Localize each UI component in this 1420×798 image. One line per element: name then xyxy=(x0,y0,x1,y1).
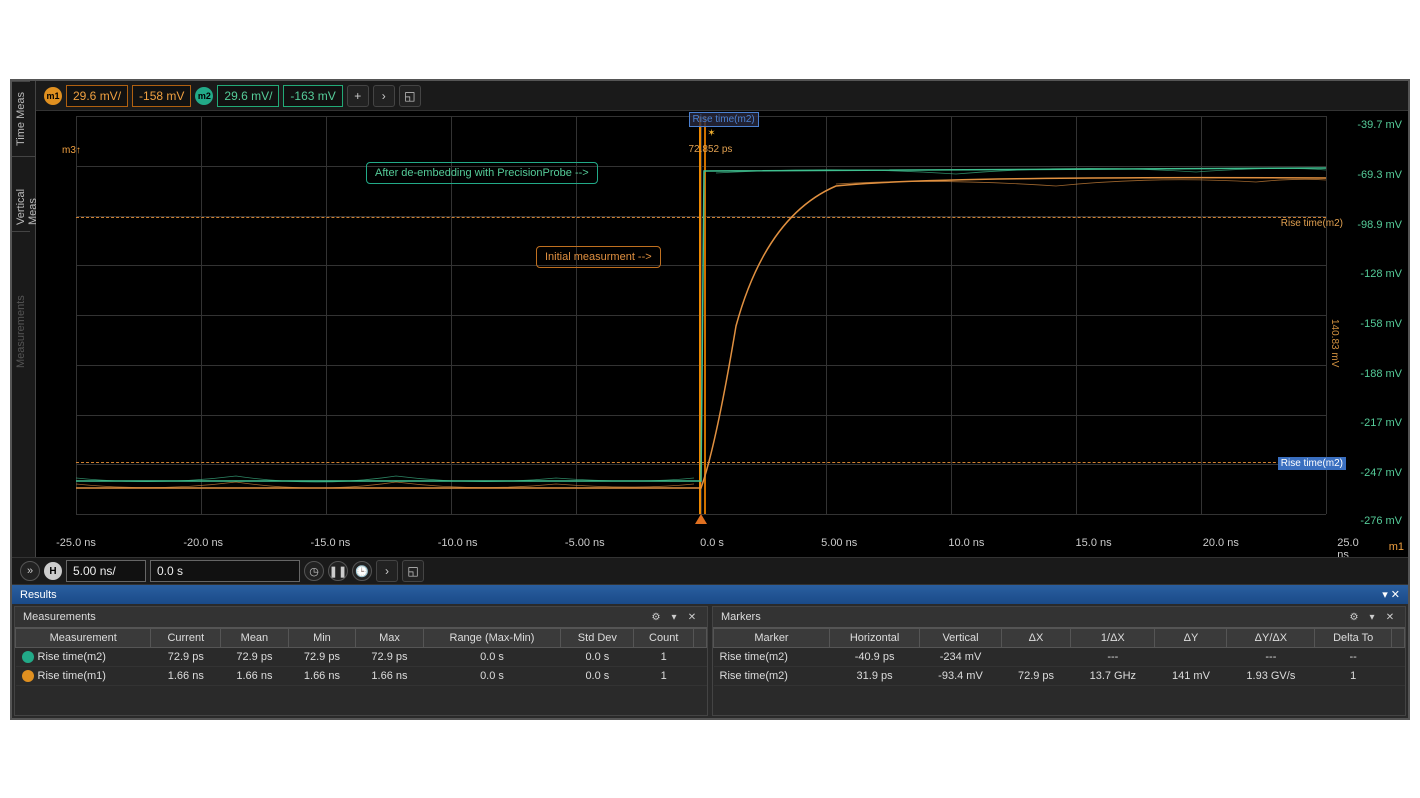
channel-toolbar: m1 29.6 mV/ -158 mV m2 29.6 mV/ -163 mV … xyxy=(36,81,1408,111)
left-sidebar: Time Meas Vertical Meas Measurements xyxy=(12,81,36,557)
oscilloscope-app: Time Meas Vertical Meas Measurements m1 … xyxy=(10,79,1410,720)
markers-table: Marker Horizontal Vertical ΔX 1/ΔX ΔY ΔY… xyxy=(713,628,1405,686)
annotation-initial-measurement: Initial measurment --> xyxy=(536,246,661,268)
x-axis: -25.0 ns -20.0 ns -15.0 ns -10.0 ns -5.0… xyxy=(76,537,1348,553)
results-label: Results xyxy=(20,589,57,601)
trigger-marker-icon xyxy=(695,514,707,524)
mode-icon-1[interactable]: ◷ xyxy=(304,561,324,581)
add-channel-button[interactable]: + xyxy=(347,85,369,107)
table-row[interactable]: Rise time(m2) -40.9 ps -234 mV --- --- -… xyxy=(714,648,1405,667)
timebase-scale[interactable]: 5.00 ns/ xyxy=(66,560,146,582)
collapse-icon[interactable]: ▾ xyxy=(667,610,681,624)
close-icon[interactable]: ✕ xyxy=(1383,610,1397,624)
waveform-display[interactable]: m3↑ xyxy=(36,111,1408,557)
collapse-icon[interactable]: ▾ xyxy=(1365,610,1379,624)
expand-left-icon[interactable]: » xyxy=(20,561,40,581)
markers-panel: Markers ⚙ ▾ ✕ Marker Horizontal Vertical… xyxy=(712,606,1406,716)
m1-axis-label: m1 xyxy=(1389,541,1404,553)
channel-m1-badge[interactable]: m1 xyxy=(44,87,62,105)
bottom-panels: Measurements ⚙ ▾ ✕ Measurement Current M… xyxy=(12,604,1408,718)
vertical-scale-readout: 140.83 mV xyxy=(1329,319,1340,367)
channel-m2-offset[interactable]: -163 mV xyxy=(283,85,342,107)
gear-icon[interactable]: ⚙ xyxy=(649,610,663,624)
meas-badge-orange-icon xyxy=(22,670,34,682)
gear-icon[interactable]: ⚙ xyxy=(1347,610,1361,624)
timebase-toolbar: » H 5.00 ns/ 0.0 s ◷ ❚❚ 🕒 › ◱ xyxy=(12,557,1408,585)
markers-panel-title: Markers xyxy=(721,611,761,623)
channel-m2-scale[interactable]: 29.6 mV/ xyxy=(217,85,279,107)
measurements-table: Measurement Current Mean Min Max Range (… xyxy=(15,628,707,686)
table-row[interactable]: Rise time(m2) 72.9 ps 72.9 ps 72.9 ps 72… xyxy=(16,648,707,667)
table-row[interactable]: Rise time(m1) 1.66 ns 1.66 ns 1.66 ns 1.… xyxy=(16,667,707,686)
popout-icon[interactable]: ◱ xyxy=(399,85,421,107)
waveform-traces xyxy=(76,116,1326,514)
tab-time-meas[interactable]: Time Meas xyxy=(12,81,30,156)
mode-icon-2[interactable]: ❚❚ xyxy=(328,561,348,581)
timebase-h-badge[interactable]: H xyxy=(44,562,62,580)
close-icon[interactable]: ✕ xyxy=(685,610,699,624)
channel-m2-badge[interactable]: m2 xyxy=(195,87,213,105)
measurements-panel-title: Measurements xyxy=(23,611,96,623)
chevron-right-icon[interactable]: › xyxy=(373,85,395,107)
annotation-after-deembedding: After de-embedding with PrecisionProbe -… xyxy=(366,162,598,184)
cursor-star-icon: ✶ xyxy=(707,128,715,139)
chevron-right-icon-2[interactable]: › xyxy=(376,560,398,582)
table-row[interactable]: Rise time(m2) 31.9 ps -93.4 mV 72.9 ps 1… xyxy=(714,667,1405,686)
cursor-tag-upper: Rise time(m2) xyxy=(1278,217,1346,230)
plot-grid: After de-embedding with PrecisionProbe -… xyxy=(76,116,1326,514)
timebase-delay[interactable]: 0.0 s xyxy=(150,560,300,582)
channel-m1-offset[interactable]: -158 mV xyxy=(132,85,191,107)
popout-icon-2[interactable]: ◱ xyxy=(402,560,424,582)
measurements-panel: Measurements ⚙ ▾ ✕ Measurement Current M… xyxy=(14,606,708,716)
results-bar[interactable]: Results ▾ ✕ xyxy=(12,585,1408,604)
meas-badge-green-icon xyxy=(22,651,34,663)
clock-icon[interactable]: 🕒 xyxy=(352,561,372,581)
tab-measurements[interactable]: Measurements xyxy=(12,231,30,431)
cursor-top-label: Rise time(m2) xyxy=(689,112,759,127)
results-collapse-icon[interactable]: ▾ ✕ xyxy=(1382,588,1400,601)
channel-m1-scale[interactable]: 29.6 mV/ xyxy=(66,85,128,107)
cursor-tag-lower: Rise time(m2) xyxy=(1278,457,1346,470)
y-axis: -39.7 mV -69.3 mV -98.9 mV -128 mV -158 … xyxy=(1348,141,1408,561)
cursor-delta-value: 72.852 ps xyxy=(689,144,733,155)
